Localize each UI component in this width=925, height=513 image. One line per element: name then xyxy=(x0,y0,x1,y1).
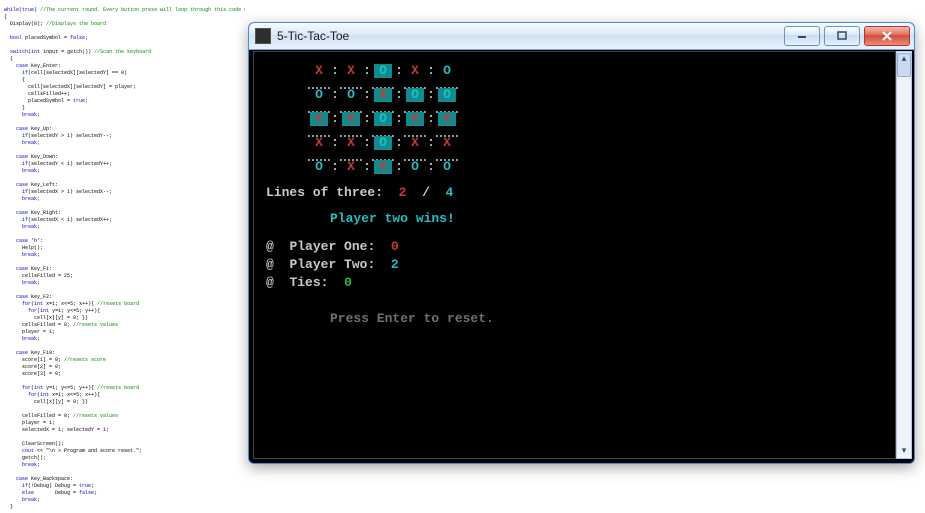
board-cell: O xyxy=(372,62,394,80)
board-cell: X xyxy=(340,134,362,152)
board-cell: X xyxy=(372,158,394,176)
board-cell: O xyxy=(436,86,458,104)
board-cell: X xyxy=(436,110,458,128)
app-icon xyxy=(255,28,271,44)
minimize-button[interactable] xyxy=(784,26,820,46)
lines-slash: / xyxy=(422,185,430,200)
board-cell: X xyxy=(308,62,330,80)
board-cell: X xyxy=(308,134,330,152)
winner-text: Player two wins! xyxy=(330,210,883,228)
vertical-scrollbar[interactable]: ▴ ▾ xyxy=(896,51,912,459)
board-cell: O xyxy=(404,86,426,104)
board-cell: X xyxy=(340,158,362,176)
lines-p1: 2 xyxy=(399,185,407,200)
board-cell: O xyxy=(372,134,394,152)
board-row: X:X:O:X:X xyxy=(308,134,883,152)
maximize-button[interactable] xyxy=(824,26,860,46)
lines-p2: 4 xyxy=(446,185,454,200)
board-row: O:X:X:O:O xyxy=(308,158,883,176)
board-cell: X xyxy=(404,62,426,80)
board-cell: O xyxy=(404,158,426,176)
lines-label: Lines of three: xyxy=(266,185,383,200)
board-cell: X xyxy=(340,110,362,128)
code-editor[interactable]: while(true) //The current round. Every b… xyxy=(0,5,245,513)
app-window: 5-Tic-Tac-Toe ▴ ▾ X:X:O:X:OO:O:X:O:OX:X:… xyxy=(248,22,915,464)
close-button[interactable] xyxy=(864,26,910,46)
board-cell: X xyxy=(372,86,394,104)
board-cell: X xyxy=(404,134,426,152)
board-cell: X xyxy=(404,110,426,128)
score-p2: @ Player Two: 2 xyxy=(266,256,883,274)
board-cell: O xyxy=(436,158,458,176)
board-cell: O xyxy=(372,110,394,128)
game-board: X:X:O:X:O O:O:X:O:O X:X:O:X:X X:X:O:X:X O:X:… xyxy=(308,62,883,176)
reset-prompt: Press Enter to reset. xyxy=(330,310,883,328)
lines-of-three: Lines of three: 2 / 4 xyxy=(266,184,883,202)
board-cell: X xyxy=(308,110,330,128)
scroll-down-icon[interactable]: ▾ xyxy=(897,444,911,458)
console-viewport: X:X:O:X:O O:O:X:O:O X:X:O:X:X X:X:O:X:X O:X:… xyxy=(253,51,896,459)
board-cell: X xyxy=(340,62,362,80)
titlebar[interactable]: 5-Tic-Tac-Toe xyxy=(249,23,914,50)
board-cell: O xyxy=(436,62,458,80)
board-cell: O xyxy=(308,86,330,104)
board-cell: O xyxy=(308,158,330,176)
board-row: X:X:O:X:X xyxy=(308,110,883,128)
scroll-up-icon[interactable]: ▴ xyxy=(897,52,911,66)
board-cell: X xyxy=(436,134,458,152)
score-ties: @ Ties: 0 xyxy=(266,274,883,292)
board-row: O:O:X:O:O xyxy=(308,86,883,104)
board-row: X:X:O:X:O xyxy=(308,62,883,80)
score-p1: @ Player One: 0 xyxy=(266,238,883,256)
console-output: X:X:O:X:O O:O:X:O:O X:X:O:X:X X:X:O:X:X O:X:… xyxy=(254,52,895,328)
board-cell: O xyxy=(340,86,362,104)
window-title: 5-Tic-Tac-Toe xyxy=(277,29,780,43)
